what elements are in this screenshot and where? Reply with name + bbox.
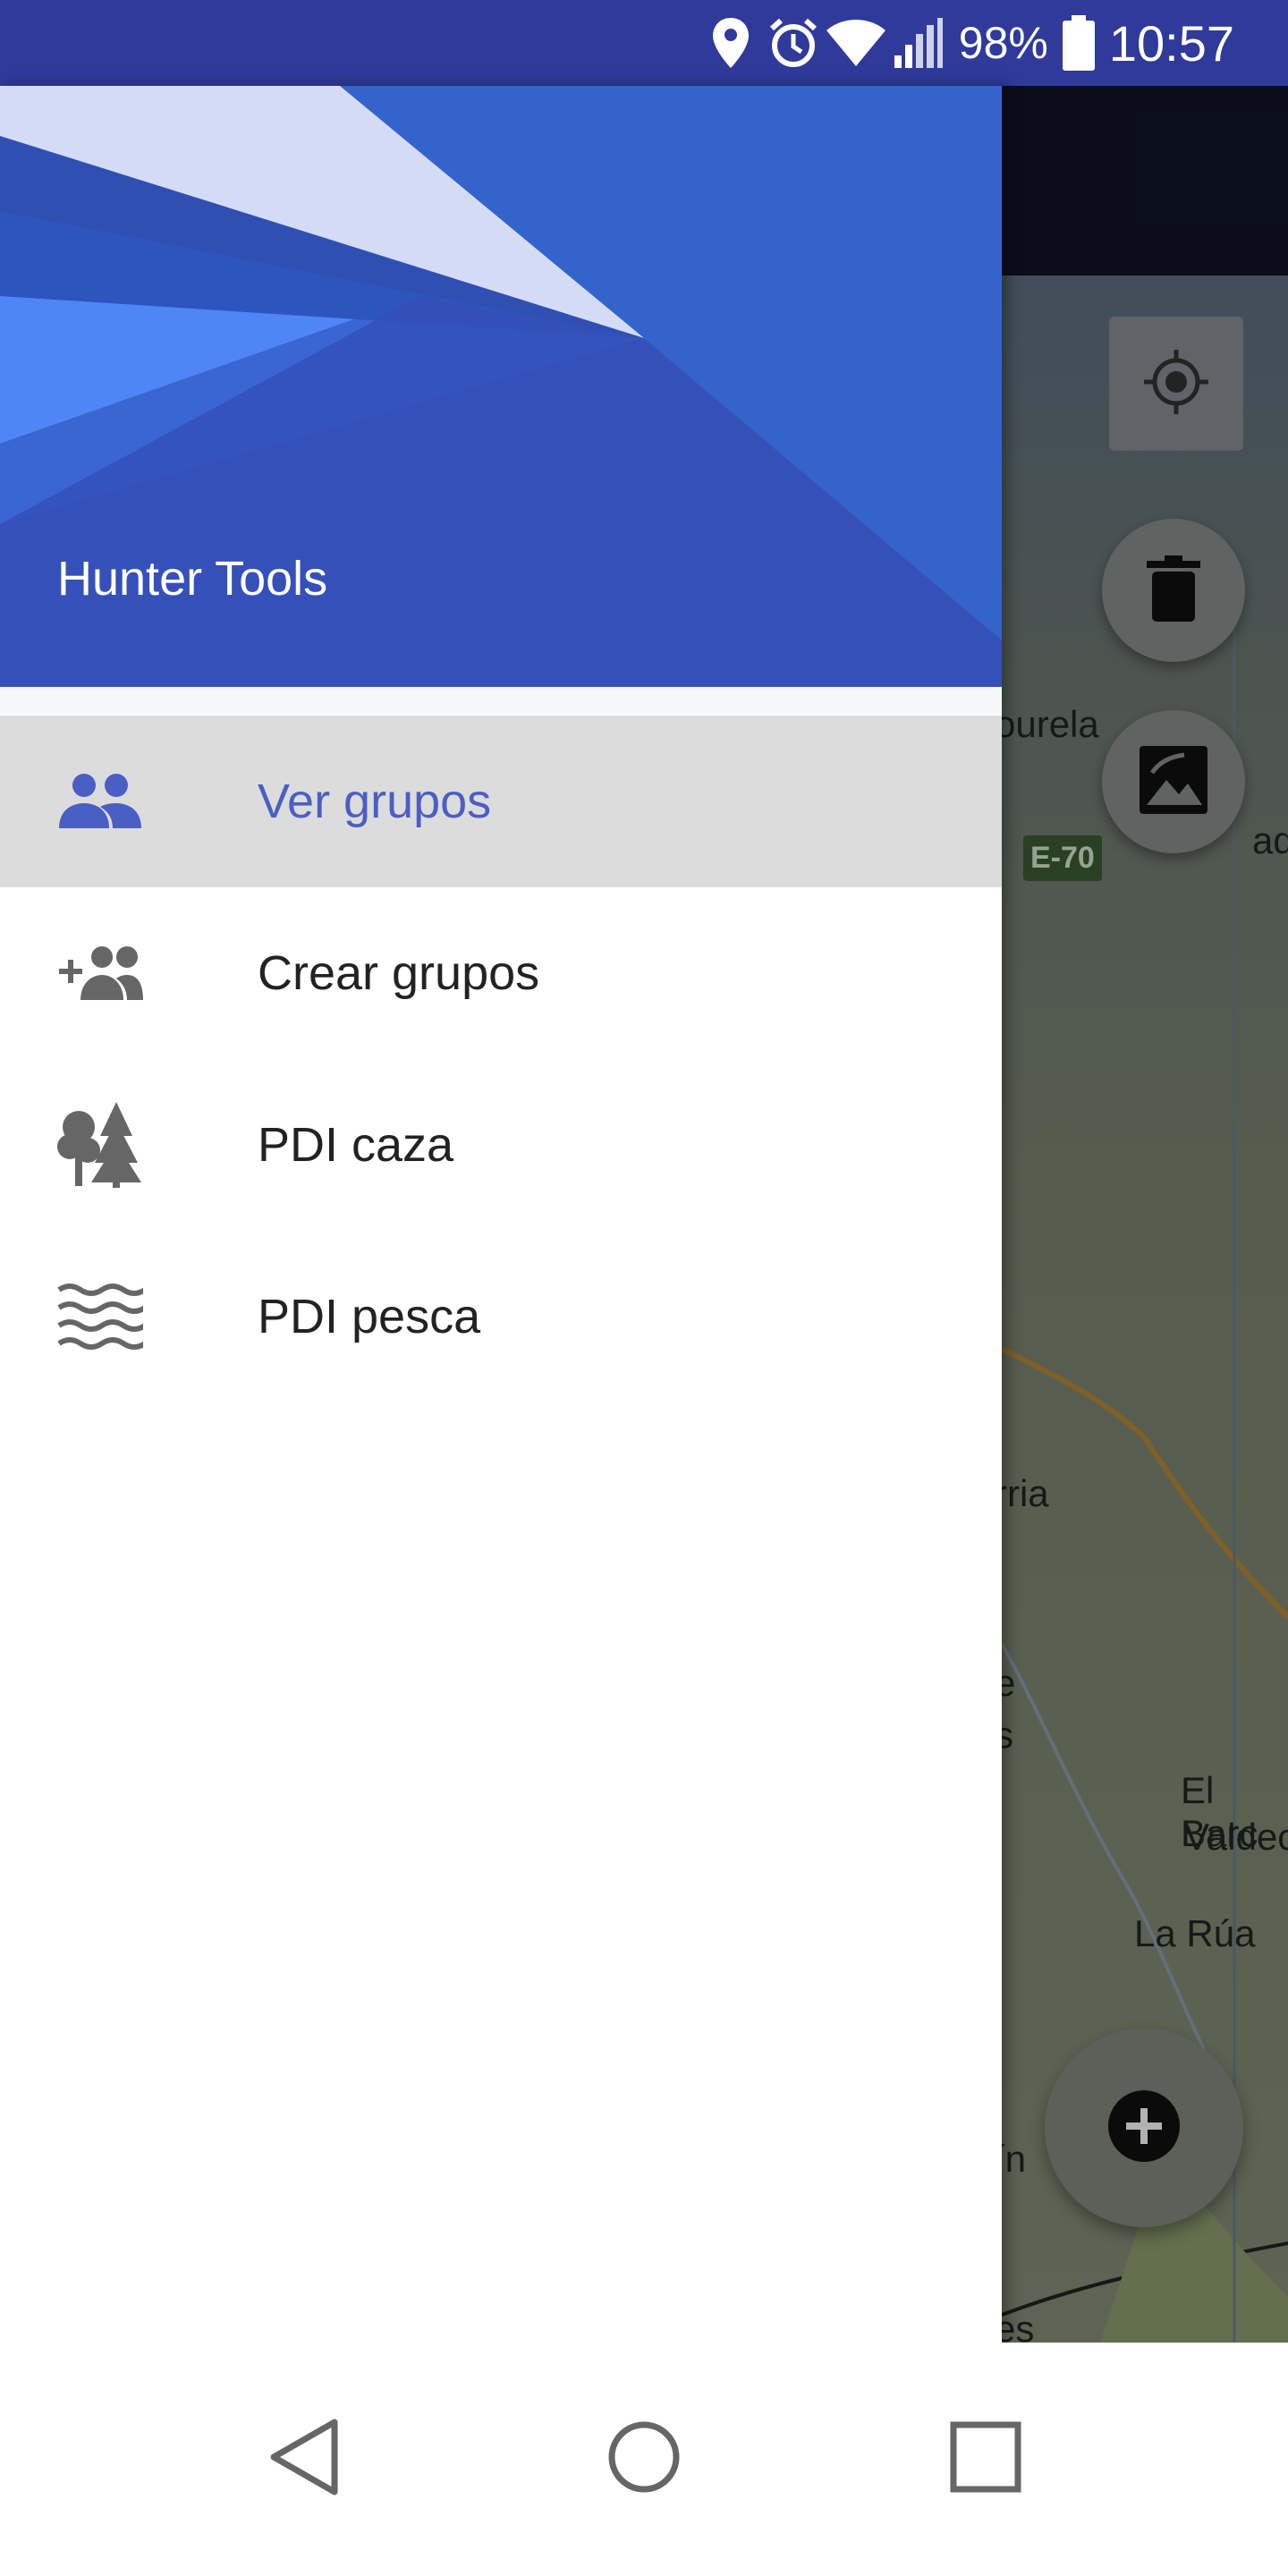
recents-icon: [949, 2420, 1022, 2498]
back-button[interactable]: [242, 2396, 367, 2521]
system-nav-bar: [0, 2343, 1288, 2576]
drawer-header: Hunter Tools: [0, 86, 1002, 687]
menu-item-crear-grupos[interactable]: Crear grupos: [0, 887, 1002, 1059]
divider: [0, 687, 1002, 714]
home-button[interactable]: [581, 2396, 707, 2521]
navigation-drawer: Hunter Tools Ver grupos Crear grupos PDI…: [0, 86, 1002, 2343]
forest-icon: [54, 1100, 147, 1190]
menu-label: PDI caza: [258, 1118, 454, 1172]
battery-icon: [1061, 0, 1097, 86]
group-icon: [54, 757, 147, 846]
wifi-icon: [825, 0, 887, 86]
home-icon: [606, 2419, 682, 2499]
menu-item-pdi-caza[interactable]: PDI caza: [0, 1059, 1002, 1231]
status-icons: 98% 10:57: [699, 0, 1234, 86]
menu-item-pdi-pesca[interactable]: PDI pesca: [0, 1231, 1002, 1402]
drawer-title: Hunter Tools: [57, 552, 328, 606]
back-icon: [267, 2417, 342, 2502]
recents-button[interactable]: [923, 2396, 1048, 2521]
signal-icon: [887, 0, 950, 86]
menu-item-ver-grupos[interactable]: Ver grupos: [0, 716, 1002, 887]
location-icon: [699, 0, 762, 86]
menu-label: Crear grupos: [258, 946, 540, 1000]
drawer-menu: Ver grupos Crear grupos PDI caza PDI pes…: [0, 716, 1002, 1402]
group-add-icon: [54, 928, 147, 1018]
alarm-icon: [762, 0, 825, 86]
waves-icon: [54, 1272, 147, 1361]
status-bar: 98% 10:57: [0, 0, 1288, 86]
clock: 10:57: [1108, 14, 1234, 72]
battery-percent: 98%: [958, 18, 1048, 68]
menu-label: Ver grupos: [258, 775, 492, 828]
menu-label: PDI pesca: [258, 1290, 481, 1343]
